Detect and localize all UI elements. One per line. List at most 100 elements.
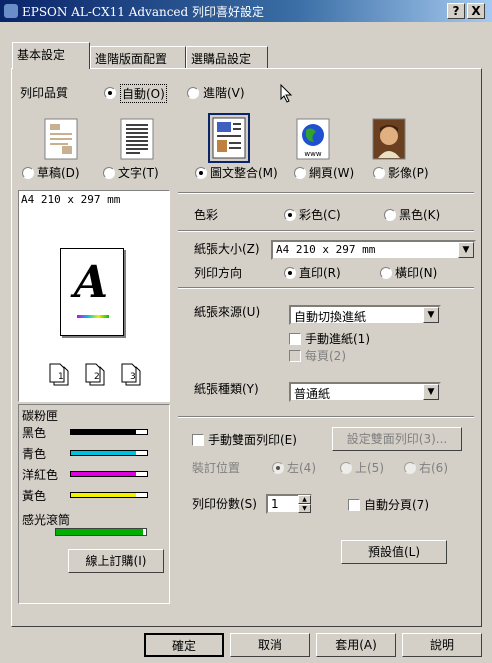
draft-page-icon[interactable] (44, 118, 78, 160)
print-quality-label: 列印品質 (20, 86, 69, 100)
photo-portrait-icon[interactable] (372, 118, 406, 160)
toner-level-track (70, 492, 148, 498)
quality-advanced-label: 進階(V) (203, 86, 245, 100)
paper-type-select[interactable]: 普通紙 (289, 382, 441, 402)
color-mode-label: 彩色(C) (299, 208, 341, 222)
toner-label: 洋紅色 (22, 468, 59, 482)
landscape-radio[interactable] (380, 267, 392, 279)
separator (178, 192, 474, 194)
quality-auto-label: 自動(O) (120, 84, 167, 103)
separator (178, 287, 474, 289)
binding-top-label: 上(5) (355, 461, 384, 475)
collate-label: 自動分頁(7) (364, 498, 429, 512)
page-order-1-icon: 1 (48, 363, 70, 387)
preview-color-strip (77, 315, 109, 318)
preview-paper-label: A4 210 x 297 mm (21, 193, 121, 206)
binding-right-radio[interactable] (404, 462, 416, 474)
toner-level-bar (71, 472, 136, 476)
manual-feed-checkbox[interactable] (289, 333, 301, 345)
mode-text-image-label: 圖文整合(M) (210, 166, 278, 180)
mode-draft-label: 草稿(D) (37, 166, 80, 180)
help-footer-button[interactable]: 說明 (402, 633, 482, 657)
mode-text-label: 文字(T) (118, 166, 159, 180)
page-order-3-num: 3 (130, 372, 136, 382)
binding-left-label: 左(4) (287, 461, 316, 475)
ok-button[interactable]: 確定 (144, 633, 224, 657)
collate-checkbox[interactable] (348, 499, 360, 511)
toner-level-track (70, 429, 148, 435)
cancel-button[interactable]: 取消 (230, 633, 310, 657)
paper-source-select[interactable]: 自動切換進紙 (289, 305, 441, 325)
preview-glyph: A (73, 257, 109, 308)
binding-right-label: 右(6) (419, 461, 448, 475)
toner-label: 黑色 (22, 426, 47, 440)
paper-size-select[interactable]: A4 210 x 297 mm (271, 240, 476, 260)
drum-label: 感光滾筒 (22, 513, 71, 527)
chevron-down-icon[interactable]: ▼ (458, 242, 474, 258)
landscape-label: 橫印(N) (395, 266, 438, 280)
apply-button[interactable]: 套用(A) (316, 633, 396, 657)
spin-up-icon[interactable]: ▲ (298, 495, 311, 504)
manual-duplex-checkbox[interactable] (192, 434, 204, 446)
toner-level-bar (71, 451, 136, 455)
paper-source-label: 紙張來源(U) (194, 305, 261, 319)
text-image-page-icon[interactable] (212, 117, 246, 159)
toner-level-track (70, 471, 148, 477)
color-mode-radio[interactable] (284, 209, 296, 221)
order-online-button[interactable]: 線上訂購(I) (68, 549, 164, 573)
toner-label: 青色 (22, 447, 47, 461)
each-page-label: 每頁(2) (305, 349, 346, 363)
black-mode-label: 黑色(K) (399, 208, 441, 222)
svg-text:www: www (304, 150, 321, 158)
tab-advanced-layout[interactable]: 進階版面配置 (90, 46, 186, 68)
toner-label: 黃色 (22, 489, 47, 503)
page-order-1-num: 1 (58, 372, 64, 382)
tab-basic-settings[interactable]: 基本設定 (12, 42, 90, 69)
toner-title: 碳粉匣 (22, 409, 59, 423)
quality-auto-radio[interactable] (104, 87, 116, 99)
each-page-checkbox[interactable] (289, 350, 301, 362)
separator (178, 230, 474, 232)
mode-photo-label: 影像(P) (388, 166, 429, 180)
color-label: 色彩 (194, 208, 219, 222)
binding-top-radio[interactable] (340, 462, 352, 474)
toner-level-bar (71, 430, 136, 434)
mode-text-radio[interactable] (103, 167, 115, 179)
page-order-2-icon: 2 (84, 363, 106, 387)
separator (178, 416, 474, 418)
quality-advanced-radio[interactable] (187, 87, 199, 99)
duplex-settings-button[interactable]: 設定雙面列印(3)... (332, 427, 462, 451)
drum-level-track (55, 528, 147, 536)
page-order-3-icon: 3 (120, 363, 142, 387)
portrait-radio[interactable] (284, 267, 296, 279)
chevron-down-icon[interactable]: ▼ (423, 384, 439, 400)
toner-level-bar (71, 493, 136, 497)
binding-left-radio[interactable] (272, 462, 284, 474)
close-button[interactable]: X (467, 3, 485, 19)
mode-draft-radio[interactable] (22, 167, 34, 179)
drum-level-bar (56, 529, 143, 535)
mode-web-label: 網頁(W) (309, 166, 355, 180)
manual-feed-label: 手動進紙(1) (305, 332, 370, 346)
spin-down-icon[interactable]: ▼ (298, 504, 311, 513)
page-order-2-num: 2 (94, 372, 100, 382)
orientation-label: 列印方向 (194, 266, 243, 280)
mode-web-radio[interactable] (294, 167, 306, 179)
text-page-icon[interactable] (120, 118, 154, 160)
manual-duplex-label: 手動雙面列印(E) (208, 433, 297, 447)
paper-size-label: 紙張大小(Z) (194, 242, 260, 256)
restore-defaults-button[interactable]: 預設值(L) (341, 540, 447, 564)
binding-position-label: 裝訂位置 (192, 461, 241, 475)
toner-level-track (70, 450, 148, 456)
copies-label: 列印份數(S) (192, 497, 257, 511)
black-mode-radio[interactable] (384, 209, 396, 221)
globe-www-icon[interactable]: www (296, 118, 330, 160)
chevron-down-icon[interactable]: ▼ (423, 307, 439, 323)
mode-photo-radio[interactable] (373, 167, 385, 179)
paper-type-label: 紙張種類(Y) (194, 382, 259, 396)
help-button[interactable]: ? (447, 3, 465, 19)
portrait-label: 直印(R) (299, 266, 341, 280)
printer-app-icon (4, 4, 18, 18)
tab-optional-settings[interactable]: 選購品設定 (186, 46, 268, 68)
mode-text-image-radio[interactable] (195, 167, 207, 179)
